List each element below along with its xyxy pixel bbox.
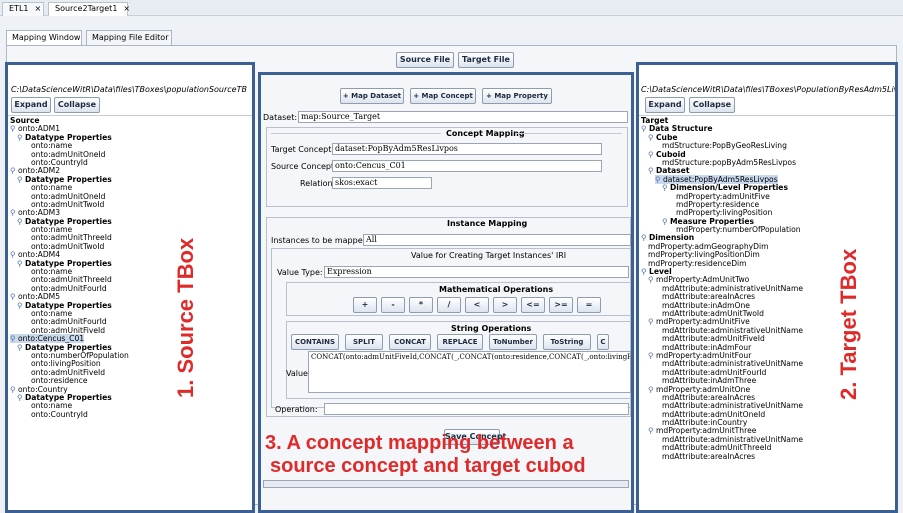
source-file-path: C:\DataScienceWitR\Data\files\TBoxes\pop… (11, 85, 247, 94)
value-label: Value: (286, 369, 311, 378)
expand-toggle-icon[interactable]: ⚲ (17, 343, 25, 352)
expand-toggle-icon[interactable]: ⚲ (17, 393, 25, 402)
window-tab-bar: ETL1 × Source2Target1 × (0, 0, 903, 16)
operation-label: Operation: (275, 405, 318, 414)
math-op-button[interactable]: <= (521, 297, 545, 313)
relation-label: Relation: (300, 179, 336, 188)
source-concept-field[interactable]: onto:Cencus_C01 (332, 160, 602, 172)
map-property-button[interactable]: + Map Property (482, 88, 552, 104)
math-op-button[interactable]: = (577, 297, 601, 313)
string-op-button[interactable]: SPLIT (345, 334, 383, 350)
math-op-button[interactable]: > (493, 297, 517, 313)
string-op-button[interactable]: REPLACE (437, 334, 483, 350)
string-ops-title: String Operations (451, 324, 532, 333)
tab-mapping-window[interactable]: Mapping Window (6, 30, 82, 45)
expand-toggle-icon[interactable]: ⚲ (17, 301, 25, 310)
map-dataset-button[interactable]: + Map Dataset (340, 88, 404, 104)
string-op-button[interactable]: ToNumber (489, 334, 537, 350)
value-type-field[interactable]: Expression (324, 266, 629, 278)
source-file-button[interactable]: Source File (396, 52, 454, 68)
target-file-button[interactable]: Target File (458, 52, 514, 68)
expand-button[interactable]: Expand (11, 97, 51, 113)
instances-field[interactable]: All (363, 234, 631, 246)
tree-node-label: mdProperty:numberOfPopulation (676, 225, 801, 235)
target-tbox-annotation: 2. Target TBox (836, 248, 861, 400)
mapping-annotation-line1: 3. A concept mapping between a (265, 432, 574, 454)
source-tree[interactable]: Source ⚲ onto:ADM1 ⚲ Datatype Properties on… (8, 115, 252, 511)
expand-toggle-icon[interactable]: ⚲ (648, 351, 656, 360)
expand-toggle-icon[interactable]: ⚲ (662, 183, 670, 192)
math-ops-title: Mathematical Operations (439, 285, 554, 294)
collapse-button[interactable]: Collapse (689, 97, 735, 113)
collapse-button[interactable]: Collapse (54, 97, 100, 113)
expand-button[interactable]: Expand (645, 97, 685, 113)
iri-title: Value for Creating Target Instances' IRI (411, 251, 567, 260)
string-op-button[interactable]: CONCAT (389, 334, 431, 350)
expand-toggle-icon[interactable]: ⚲ (648, 385, 656, 394)
tab-label: Source2Target1 (55, 4, 118, 13)
concept-mapping-title: Concept Mapping (446, 129, 525, 138)
tab-mapping-file-editor[interactable]: Mapping File Editor (86, 30, 172, 45)
close-icon[interactable]: × (35, 4, 42, 13)
divider (271, 133, 441, 134)
target-file-path: C:\DataScienceWitR\Data\files\TBoxes\Pop… (641, 85, 895, 94)
map-concept-button[interactable]: + Map Concept (410, 88, 476, 104)
target-concept-label: Target Concept: (271, 145, 335, 154)
instances-label: Instances to be mapped: (271, 236, 371, 245)
expand-toggle-icon[interactable]: ⚲ (648, 150, 656, 159)
expand-toggle-icon[interactable]: ⚲ (648, 133, 656, 142)
expand-toggle-icon[interactable]: ⚲ (17, 217, 25, 226)
operation-field[interactable] (324, 403, 629, 415)
horizontal-scrollbar[interactable] (263, 480, 629, 488)
relation-field[interactable]: skos:exact (332, 177, 432, 189)
string-op-button[interactable]: ToString (543, 334, 591, 350)
string-op-button[interactable]: CONTAINS (291, 334, 339, 350)
tree-node[interactable]: mdAttribute:areaInAcres (639, 451, 895, 461)
tree-node[interactable]: onto:CountryId (8, 409, 252, 419)
value-textarea[interactable]: CONCAT(onto:admUnitFiveId,CONCAT(_,CONCA… (308, 351, 631, 393)
expand-toggle-icon[interactable]: ⚲ (648, 426, 656, 435)
expand-toggle-icon[interactable]: ⚲ (648, 275, 656, 284)
target-concept-field[interactable]: dataset:PopByAdm5ResLivpos (332, 143, 602, 155)
math-op-button[interactable]: - (381, 297, 405, 313)
mapping-annotation-line2: source concept and target cubod (270, 455, 586, 477)
expand-toggle-icon[interactable]: ⚲ (648, 166, 656, 175)
divider (516, 133, 622, 134)
instance-mapping-title: Instance Mapping (447, 219, 528, 228)
math-op-button[interactable]: + (353, 297, 377, 313)
expand-toggle-icon[interactable]: ⚲ (648, 317, 656, 326)
expand-toggle-icon[interactable]: ⚲ (662, 217, 670, 226)
source-tbox-annotation: 1. Source TBox (173, 237, 198, 398)
expand-toggle-icon[interactable]: ⚲ (17, 259, 25, 268)
tab-label: ETL1 (9, 4, 29, 13)
dataset-label: Dataset: (263, 113, 298, 122)
close-icon[interactable]: × (123, 4, 130, 13)
value-type-label: Value Type: (277, 268, 323, 277)
math-op-button[interactable]: < (465, 297, 489, 313)
string-op-button[interactable]: C (597, 334, 609, 350)
math-op-button[interactable]: >= (549, 297, 573, 313)
tab-source2target1[interactable]: Source2Target1 × (48, 2, 130, 16)
math-op-button[interactable]: * (409, 297, 433, 313)
dataset-field[interactable]: map:Source_Target (298, 111, 628, 123)
tree-node-label: onto:CountryId (31, 409, 88, 419)
expand-toggle-icon[interactable]: ⚲ (17, 175, 25, 184)
expand-toggle-icon[interactable]: ⚲ (17, 133, 25, 142)
source-concept-label: Source Concept: (271, 162, 337, 171)
source-tbox-panel: C:\DataScienceWitR\Data\files\TBoxes\pop… (5, 62, 255, 513)
math-op-button[interactable]: / (437, 297, 461, 313)
tab-etl1[interactable]: ETL1 × (2, 2, 44, 16)
tree-node-label: mdAttribute:areaInAcres (662, 451, 756, 461)
tree-node-label: Dataset (655, 166, 690, 176)
